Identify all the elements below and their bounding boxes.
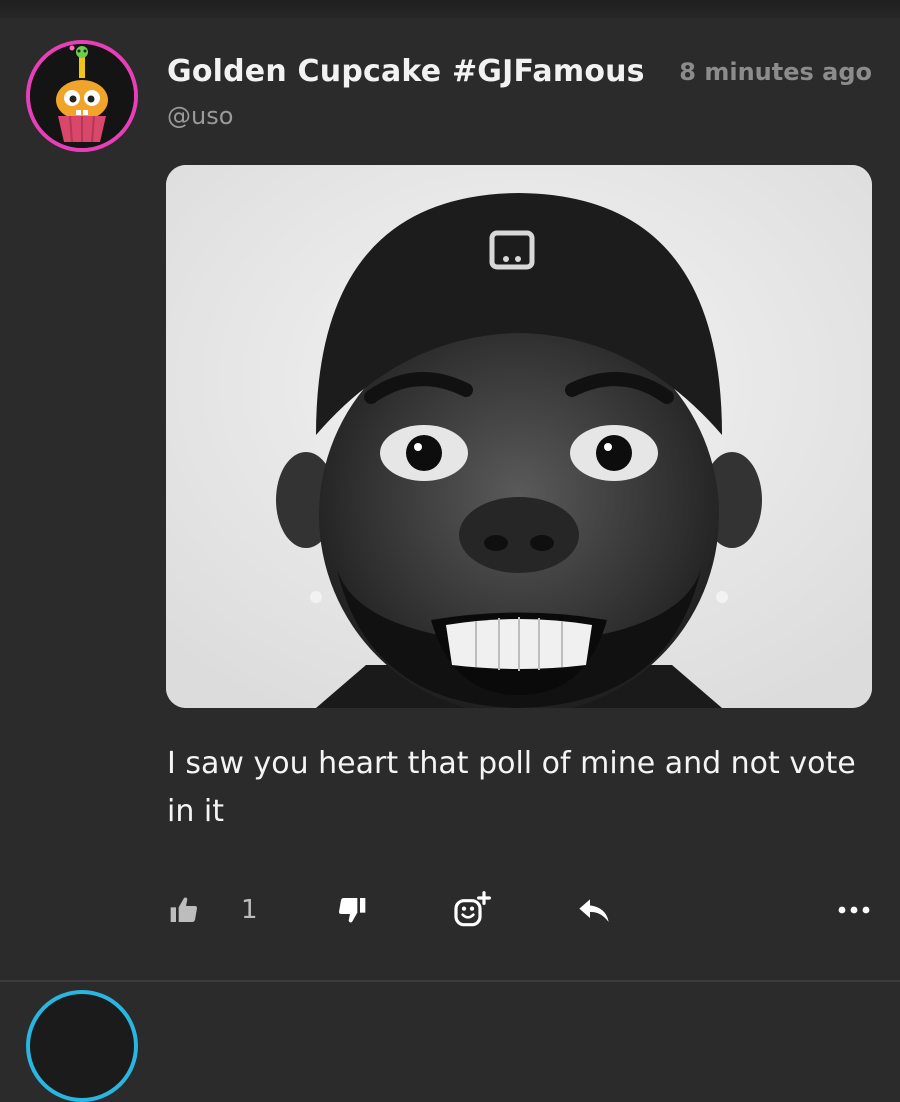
reply-icon [579, 899, 609, 922]
post-card: Golden Cupcake #GJFamous @uso 8 minutes … [0, 18, 900, 980]
like-button[interactable] [168, 886, 200, 934]
more-options-button[interactable] [836, 886, 872, 934]
post-actions-bar: 1 [0, 886, 900, 934]
thumbs-up-icon [170, 897, 197, 922]
post-timestamp[interactable]: 8 minutes ago [679, 58, 872, 86]
author-avatar[interactable] [26, 40, 138, 152]
add-reaction-button[interactable] [452, 886, 492, 934]
post-divider [0, 980, 900, 982]
reply-button[interactable] [576, 886, 612, 934]
post-image[interactable] [166, 165, 872, 708]
more-options-icon [838, 906, 870, 914]
next-post-avatar[interactable] [26, 990, 138, 1102]
add-emoji-icon [454, 891, 491, 927]
cupcake-avatar-icon [30, 44, 134, 148]
dislike-button[interactable] [336, 886, 368, 934]
thumbs-down-icon [339, 898, 366, 923]
like-count: 1 [241, 895, 258, 925]
author-handle[interactable]: @uso [167, 102, 233, 130]
post-body-text: I saw you heart that poll of mine and no… [167, 746, 856, 829]
top-bar [0, 0, 900, 18]
author-name[interactable]: Golden Cupcake #GJFamous [167, 54, 645, 89]
photo-man-in-cap-image [166, 165, 872, 708]
